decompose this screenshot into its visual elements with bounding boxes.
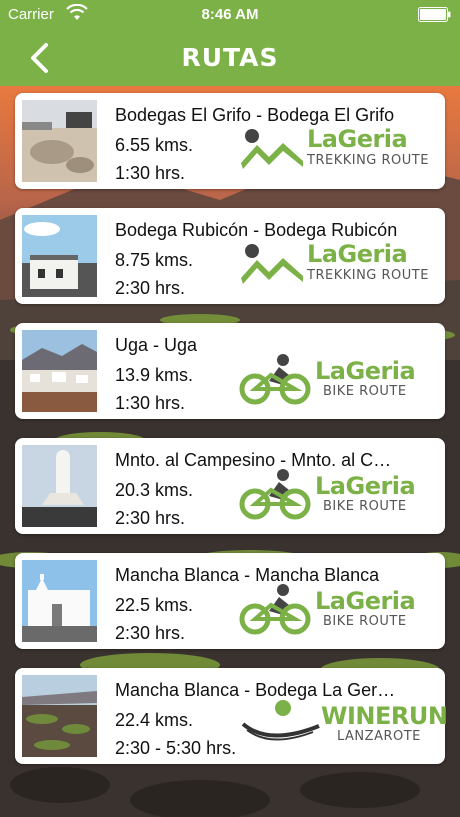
status-time: 8:46 AM: [201, 6, 259, 23]
route-thumbnail: [22, 330, 97, 412]
route-card-3[interactable]: Uga - Uga 13.9 kms. 1:30 hrs. LaGeria BI…: [15, 323, 445, 419]
route-distance: 22.4 kms.: [115, 710, 194, 730]
route-card-6[interactable]: Mancha Blanca - Bodega La Ger… 22.4 kms.…: [15, 668, 448, 764]
route-distance: 13.9 kms.: [115, 365, 194, 385]
route-thumbnail: [22, 100, 97, 182]
route-distance: 20.3 kms.: [115, 480, 194, 500]
route-duration: 1:30 hrs.: [115, 393, 186, 413]
route-distance: 8.75 kms.: [115, 250, 194, 270]
winerun-logo: WINERUN LANZAROTE: [239, 696, 448, 752]
route-thumbnail: [22, 215, 97, 297]
route-distance: 6.55 kms.: [115, 135, 194, 155]
lageria-bike-logo: LaGeria BIKE ROUTE: [239, 466, 435, 522]
navigation-bar: RUTAS: [0, 30, 460, 86]
route-duration: 1:30 hrs.: [115, 163, 186, 183]
route-distance: 22.5 kms.: [115, 595, 194, 615]
battery-icon: [418, 7, 451, 22]
route-duration: 2:30 hrs.: [115, 623, 186, 643]
route-card-2[interactable]: Bodega Rubicón - Bodega Rubicón 8.75 kms…: [15, 208, 445, 304]
lageria-trekking-logo: LaGeria TREKKING ROUTE: [239, 121, 435, 177]
route-card-1[interactable]: Bodegas El Grifo - Bodega El Grifo 6.55 …: [15, 93, 445, 189]
lageria-trekking-logo: LaGeria TREKKING ROUTE: [239, 236, 435, 292]
route-card-4[interactable]: Mnto. al Campesino - Mnto. al C… 20.3 km…: [15, 438, 445, 534]
route-duration: 2:30 hrs.: [115, 508, 186, 528]
route-duration: 2:30 - 5:30 hrs.: [115, 738, 237, 758]
page-title: RUTAS: [181, 43, 279, 72]
route-thumbnail: [22, 675, 97, 757]
route-duration: 2:30 hrs.: [115, 278, 186, 298]
lageria-bike-logo: LaGeria BIKE ROUTE: [239, 581, 435, 637]
route-card-5[interactable]: Mancha Blanca - Mancha Blanca 22.5 kms. …: [15, 553, 445, 649]
status-bar: Carrier 8:46 AM: [0, 0, 460, 30]
route-thumbnail: [22, 560, 97, 642]
route-thumbnail: [22, 445, 97, 527]
lageria-bike-logo: LaGeria BIKE ROUTE: [239, 351, 435, 407]
